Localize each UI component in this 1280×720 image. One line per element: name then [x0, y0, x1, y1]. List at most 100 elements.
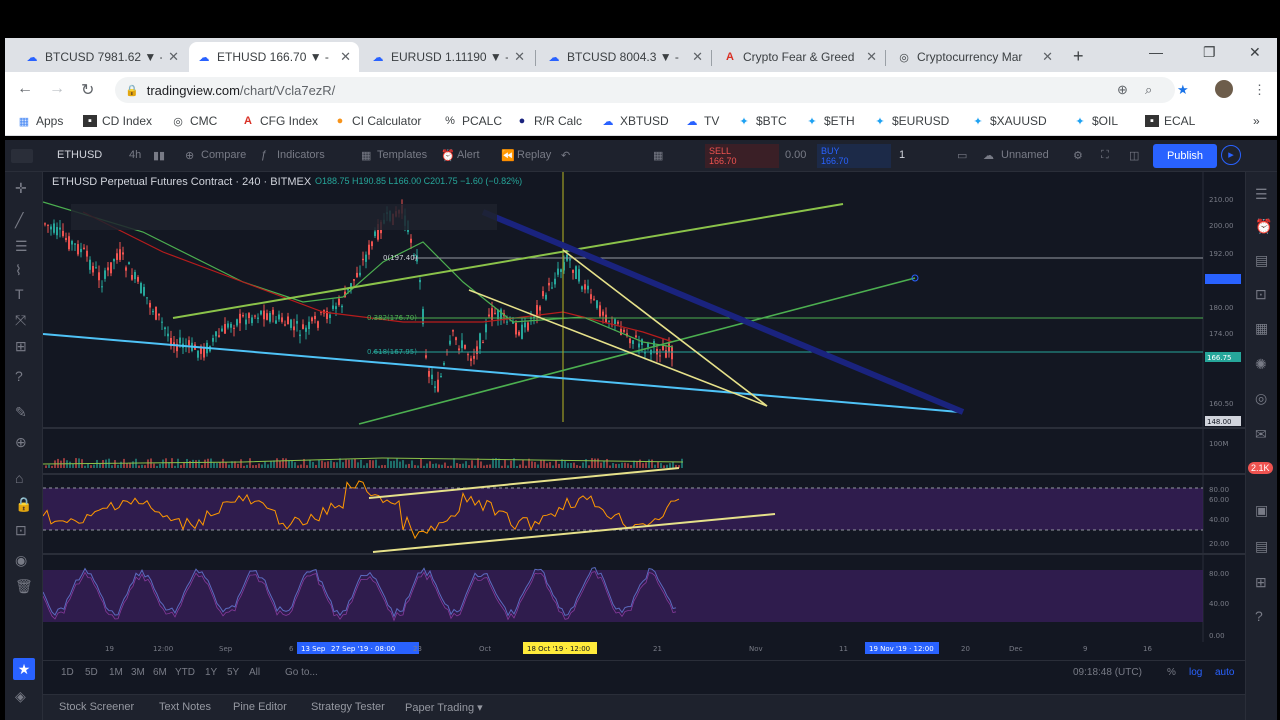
timeframe-1y[interactable]: 1Y — [205, 667, 217, 678]
more-bookmarks-icon[interactable]: » — [1253, 114, 1260, 128]
address-bar[interactable]: 🔒 tradingview.com/chart/Vcla7ezR/ — [115, 77, 1175, 103]
timeframe-5d[interactable]: 5D — [85, 667, 98, 678]
bookmark-xbtusd[interactable]: ☁ XBTUSD — [601, 114, 669, 128]
tab-ethusd[interactable]: ☁ ETHUSD 166.70 ▼ - ✕ — [189, 42, 359, 72]
chart-area[interactable]: 0(197.40)0.382(176.70)0.618(167.95)210.0… — [43, 172, 1245, 660]
tab-stock-screener[interactable]: Stock Screener — [59, 701, 134, 713]
help-center-icon[interactable]: ? — [1255, 608, 1263, 624]
new-tab-button[interactable]: + — [1073, 46, 1084, 67]
undo-icon[interactable]: ↶ — [561, 149, 570, 162]
interval-button[interactable]: 4h — [129, 149, 141, 161]
bookmark-oil[interactable]: ✦ $OIL — [1073, 114, 1118, 128]
star-icon[interactable]: ★ — [1177, 82, 1189, 98]
tab-paper-trading[interactable]: Paper Trading ▾ — [405, 701, 483, 714]
compare-button[interactable]: Compare — [201, 149, 246, 161]
close-icon[interactable]: ✕ — [866, 49, 877, 65]
percent-scale-toggle[interactable]: % — [1167, 667, 1176, 678]
bookmark-eth[interactable]: ✦ $ETH — [805, 114, 854, 128]
zoom-icon[interactable]: ⌕ — [1145, 82, 1152, 98]
close-icon[interactable]: ✕ — [692, 49, 703, 65]
indicators-button[interactable]: Indicators — [277, 149, 325, 161]
bookmark-tv[interactable]: ☁ TV — [685, 114, 720, 128]
bookmark-eurusd[interactable]: ✦ $EURUSD — [873, 114, 949, 128]
replay-button[interactable]: Replay — [517, 149, 551, 161]
magnet-icon[interactable]: ⌂ — [15, 470, 23, 486]
bookmark-xauusd[interactable]: ✦ $XAUUSD — [971, 114, 1046, 128]
tab-fear-greed[interactable]: A Crypto Fear & Greed ✕ — [715, 42, 885, 72]
ideas-icon[interactable]: ✺ — [1255, 356, 1267, 373]
zoom-in-icon[interactable]: ⊕ — [15, 434, 27, 451]
forward-icon[interactable]: → — [49, 80, 65, 98]
templates-button[interactable]: Templates — [377, 149, 427, 161]
tab-btcusd[interactable]: ☁ BTCUSD 7981.62 ▼ - ✕ — [17, 42, 187, 72]
symbol-search[interactable]: ETHUSD — [57, 149, 102, 161]
back-icon[interactable]: ← — [17, 80, 33, 98]
timeframe-ytd[interactable]: YTD — [175, 667, 195, 678]
publish-button[interactable]: Publish — [1153, 144, 1217, 168]
minimize-icon[interactable]: — — [1149, 44, 1163, 60]
goto-date-button[interactable]: Go to... — [285, 667, 318, 678]
menu-icon[interactable] — [11, 149, 33, 163]
pattern-icon[interactable]: ⌇ — [15, 262, 22, 279]
tab-text-notes[interactable]: Text Notes — [159, 701, 211, 713]
data-window-icon[interactable]: ▤ — [1255, 252, 1268, 269]
prediction-icon[interactable]: ⤧ — [15, 312, 26, 329]
alerts-icon[interactable]: ⏰ — [1255, 218, 1272, 235]
help-icon[interactable]: ? — [15, 368, 23, 384]
play-icon[interactable]: ▸ — [1221, 145, 1241, 165]
log-scale-toggle[interactable]: log — [1189, 667, 1202, 678]
bookmark-ci-calculator[interactable]: ● CI Calculator — [333, 114, 422, 128]
bookmark-cd-index[interactable]: ▪ CD Index — [83, 114, 152, 128]
tab-pine-editor[interactable]: Pine Editor — [233, 701, 287, 713]
timeframe-5y[interactable]: 5Y — [227, 667, 239, 678]
layout-name[interactable]: Unnamed — [1001, 149, 1049, 161]
lock-icon[interactable]: ⊡ — [15, 522, 27, 539]
reload-icon[interactable]: ↻ — [81, 80, 94, 100]
tab-btcusd-2[interactable]: ☁ BTCUSD 8004.3 ▼ - ✕ — [539, 42, 711, 72]
notification-badge[interactable]: 2.1K — [1248, 462, 1273, 474]
trading-panel-icon[interactable]: ▦ — [653, 149, 663, 162]
bookmark-cmc[interactable]: ◎ CMC — [171, 114, 217, 128]
streams-icon[interactable]: ◎ — [1255, 390, 1267, 407]
watchlist-icon[interactable]: ☰ — [1255, 186, 1268, 203]
trend-line-icon[interactable]: ╱ — [15, 212, 23, 229]
bookmark-pcalc[interactable]: % PCALC — [443, 114, 502, 128]
bar-style-icon[interactable]: ▮▮ — [153, 149, 165, 162]
buy-button[interactable]: BUY 166.70 — [817, 144, 891, 168]
trash-icon[interactable]: 🗑 — [15, 578, 33, 595]
visibility-icon[interactable]: ◉ — [15, 552, 27, 569]
alert-button[interactable]: Alert — [457, 149, 480, 161]
order-panel-icon[interactable]: ▤ — [1255, 538, 1268, 555]
auto-scale-toggle[interactable]: auto — [1215, 667, 1234, 678]
sell-button[interactable]: SELL 166.70 — [705, 144, 779, 168]
bookmark-btc[interactable]: ✦ $BTC — [737, 114, 786, 128]
quantity-stepper[interactable]: 1 — [899, 149, 905, 161]
avatar[interactable] — [1215, 80, 1233, 98]
bookmark-rr-calc[interactable]: ● R/R Calc — [515, 114, 582, 128]
bookmark-cfg-index[interactable]: A CFG Index — [241, 114, 318, 128]
timeframe-1m[interactable]: 1M — [109, 667, 123, 678]
ruler-icon[interactable]: ✎ — [15, 404, 27, 421]
close-icon[interactable]: ✕ — [168, 49, 179, 65]
bookmark-apps[interactable]: ▦ Apps — [17, 114, 64, 128]
tab-coinmarketcap[interactable]: ◎ Cryptocurrency Mar ✕ — [889, 42, 1061, 72]
fib-icon[interactable]: ☰ — [15, 238, 28, 255]
close-icon[interactable]: ✕ — [514, 49, 525, 65]
tab-strategy-tester[interactable]: Strategy Tester — [311, 701, 385, 713]
measure-icon[interactable]: ⊞ — [15, 338, 27, 355]
window-close-icon[interactable]: ✕ — [1249, 44, 1261, 61]
close-icon[interactable]: ✕ — [1042, 49, 1053, 65]
snapshot-icon[interactable]: ◫ — [1129, 149, 1139, 162]
dom-icon[interactable]: ⊞ — [1255, 574, 1267, 591]
calendar-icon[interactable]: ▦ — [1255, 320, 1268, 337]
hotlist-icon[interactable]: ⊡ — [1255, 286, 1267, 303]
star-icon[interactable]: ★ — [13, 658, 35, 680]
layout-icon[interactable]: ▭ — [957, 149, 967, 162]
cursor-icon[interactable]: ✛ — [15, 180, 27, 197]
fullscreen-icon[interactable]: ⛶ — [1101, 149, 1109, 162]
tab-eurusd[interactable]: ☁ EURUSD 1.11190 ▼ - ✕ — [363, 42, 533, 72]
timeframe-3m[interactable]: 3M — [131, 667, 145, 678]
timeframe-6m[interactable]: 6M — [153, 667, 167, 678]
location-icon[interactable]: ⊕ — [1117, 82, 1128, 98]
chat-icon[interactable]: ✉ — [1255, 426, 1267, 443]
